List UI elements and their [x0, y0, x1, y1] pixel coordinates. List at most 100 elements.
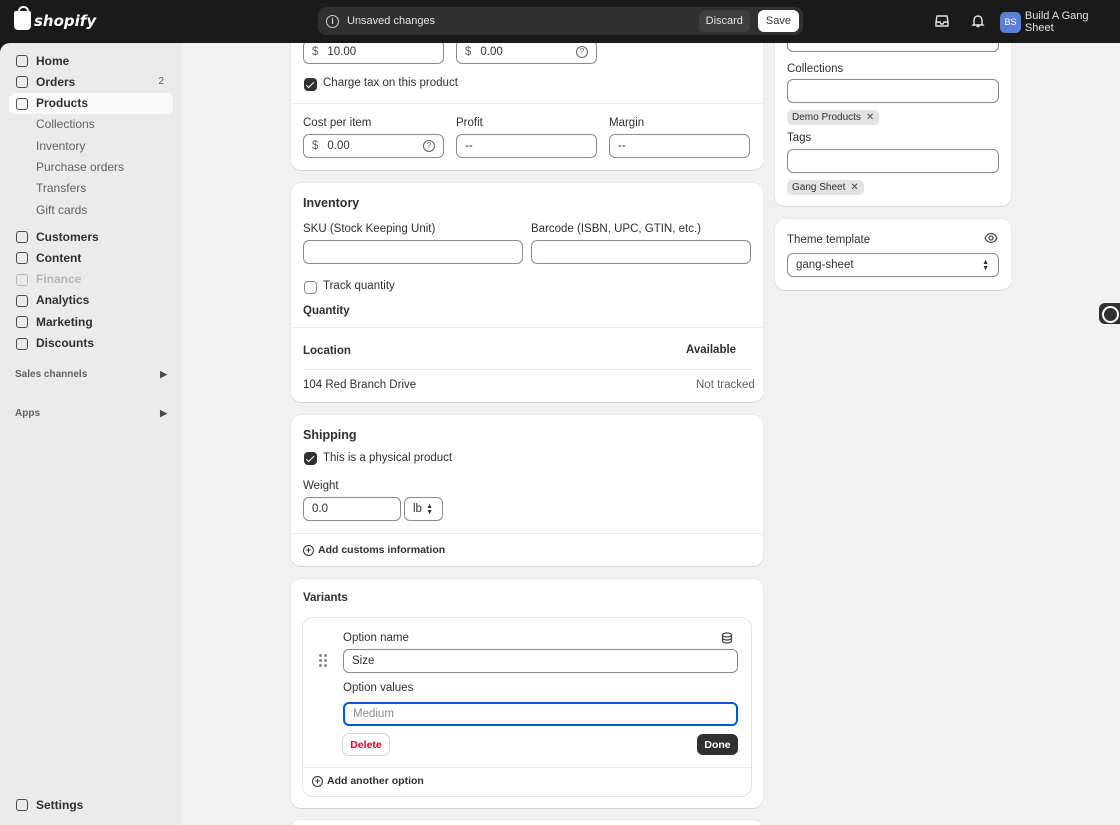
tags-input[interactable] — [787, 149, 999, 173]
unsaved-message: Unsaved changes — [347, 15, 436, 27]
location-status: Not tracked — [696, 379, 755, 391]
plus-circle-icon: + — [312, 775, 323, 787]
select-arrows-icon: ▲ ▼ — [982, 259, 989, 272]
weight-input[interactable]: 0.0 — [303, 497, 401, 521]
compare-at-price-input[interactable]: $0.00? — [456, 43, 597, 64]
physical-product-checkbox[interactable] — [304, 452, 317, 465]
cost-per-item-input[interactable]: $0.00? — [303, 134, 444, 158]
tag-icon — [16, 97, 28, 110]
account-name: Build A Gang Sheet — [1024, 10, 1089, 34]
theme-template-card: Theme template gang-sheet ▲ ▼ — [775, 219, 1011, 290]
orders-count-badge: 2 — [158, 76, 164, 88]
pricing-card: $10.00 $0.00? Charge tax on this product… — [291, 43, 763, 170]
option-values-label: Option values — [343, 682, 414, 694]
sidebar-item-discounts[interactable]: Discounts — [9, 333, 173, 354]
info-icon: i — [326, 14, 339, 28]
sidebar-item-customers[interactable]: Customers — [9, 226, 173, 247]
inventory-card: Inventory SKU (Stock Keeping Unit) Barco… — [291, 183, 763, 402]
divider — [291, 103, 763, 104]
eye-icon[interactable] — [984, 232, 998, 244]
quantity-heading: Quantity — [303, 305, 350, 317]
divider — [291, 327, 763, 328]
person-icon — [16, 231, 28, 244]
theme-template-title: Theme template — [787, 234, 871, 246]
content-icon — [16, 252, 28, 265]
sidebar-item-products[interactable]: Products — [9, 92, 173, 114]
shipping-title: Shipping — [303, 428, 357, 442]
tags-label: Tags — [787, 132, 812, 144]
track-quantity-label: Track quantity — [323, 280, 395, 292]
help-icon[interactable]: ? — [576, 46, 588, 58]
theme-template-select[interactable]: gang-sheet ▲ ▼ — [787, 253, 999, 277]
bank-icon — [16, 273, 28, 286]
main-content: $10.00 $0.00? Charge tax on this product… — [182, 43, 1120, 825]
delete-button[interactable]: Delete — [343, 734, 389, 755]
product-type-input[interactable] — [787, 43, 999, 52]
apps-section[interactable]: Apps ▶ — [9, 403, 173, 424]
option-name-input[interactable]: Size — [343, 649, 738, 673]
avatar: BS — [1000, 11, 1021, 33]
sidebar-item-marketing[interactable]: Marketing — [9, 311, 173, 332]
discount-icon — [16, 337, 28, 350]
sidebar-item-purchase-orders[interactable]: Purchase orders — [9, 156, 173, 177]
inventory-title: Inventory — [303, 196, 360, 210]
sales-channels-section[interactable]: Sales channels ▶ — [9, 364, 173, 385]
orders-icon — [16, 76, 28, 89]
sidebar-item-gift-cards[interactable]: Gift cards — [9, 199, 173, 220]
inbox-icon[interactable] — [935, 14, 949, 28]
top-bar: shopify i Unsaved changes Discard Save B… — [0, 0, 1120, 43]
remove-icon[interactable]: ✕ — [850, 182, 858, 193]
help-icon[interactable]: ? — [423, 140, 435, 152]
collections-label: Collections — [787, 63, 844, 75]
profit-field: -- — [456, 134, 597, 158]
bell-icon[interactable] — [971, 14, 985, 28]
track-quantity-checkbox[interactable] — [304, 281, 317, 294]
charge-tax-checkbox[interactable] — [304, 78, 317, 91]
sidebar-item-transfers[interactable]: Transfers — [9, 178, 173, 199]
chevron-right-icon: ▶ — [160, 407, 167, 418]
select-arrows-icon: ▲ ▼ — [426, 503, 433, 516]
done-button[interactable]: Done — [697, 734, 738, 755]
sku-input[interactable] — [303, 240, 523, 264]
divider — [291, 533, 763, 534]
gear-icon — [16, 799, 28, 811]
target-icon — [16, 316, 28, 329]
price-input[interactable]: $10.00 — [303, 43, 444, 64]
physical-product-label: This is a physical product — [323, 452, 453, 464]
assistant-launcher-icon[interactable] — [1099, 303, 1120, 324]
discard-button[interactable]: Discard — [698, 10, 750, 32]
add-another-option-button[interactable]: + Add another option — [312, 775, 424, 787]
shopify-logo[interactable]: shopify — [14, 6, 96, 30]
barcode-label: Barcode (ISBN, UPC, GTIN, etc.) — [531, 223, 701, 235]
shipping-card: Shipping This is a physical product Weig… — [291, 415, 763, 566]
weight-unit-select[interactable]: lb ▲ ▼ — [404, 497, 443, 521]
profit-label: Profit — [456, 117, 483, 129]
unsaved-changes-bar: i Unsaved changes Discard Save — [318, 7, 803, 35]
remove-icon[interactable]: ✕ — [866, 112, 874, 123]
sidebar: Home Orders 2 Products Collections Invent… — [0, 43, 182, 825]
sidebar-item-collections[interactable]: Collections — [9, 114, 173, 135]
sidebar-item-analytics[interactable]: Analytics — [9, 290, 173, 311]
sidebar-item-orders[interactable]: Orders 2 — [9, 71, 173, 92]
sidebar-item-inventory[interactable]: Inventory — [9, 135, 173, 156]
sidebar-item-home[interactable]: Home — [9, 50, 173, 71]
database-icon[interactable] — [721, 632, 733, 644]
organization-card: Collections Demo Products ✕ Tags Gang She… — [775, 43, 1011, 206]
variants-card: Variants Option name Size Option values … — [291, 579, 763, 808]
cost-label: Cost per item — [303, 117, 372, 129]
sku-label: SKU (Stock Keeping Unit) — [303, 223, 436, 235]
drag-handle-icon[interactable] — [319, 654, 327, 667]
divider — [303, 767, 751, 768]
save-button[interactable]: Save — [757, 10, 799, 32]
sidebar-item-content[interactable]: Content — [9, 247, 173, 268]
collections-input[interactable] — [787, 79, 999, 103]
location-header: Location — [303, 345, 351, 357]
sidebar-item-finance: Finance — [9, 269, 173, 290]
sidebar-item-settings[interactable]: Settings — [9, 794, 110, 815]
option-value-input[interactable]: Medium — [343, 702, 738, 726]
margin-field: -- — [609, 134, 750, 158]
barcode-input[interactable] — [531, 240, 751, 264]
home-icon — [16, 55, 28, 67]
account-menu[interactable]: BS Build A Gang Sheet — [1000, 10, 1120, 34]
add-customs-button[interactable]: + Add customs information — [303, 544, 445, 556]
